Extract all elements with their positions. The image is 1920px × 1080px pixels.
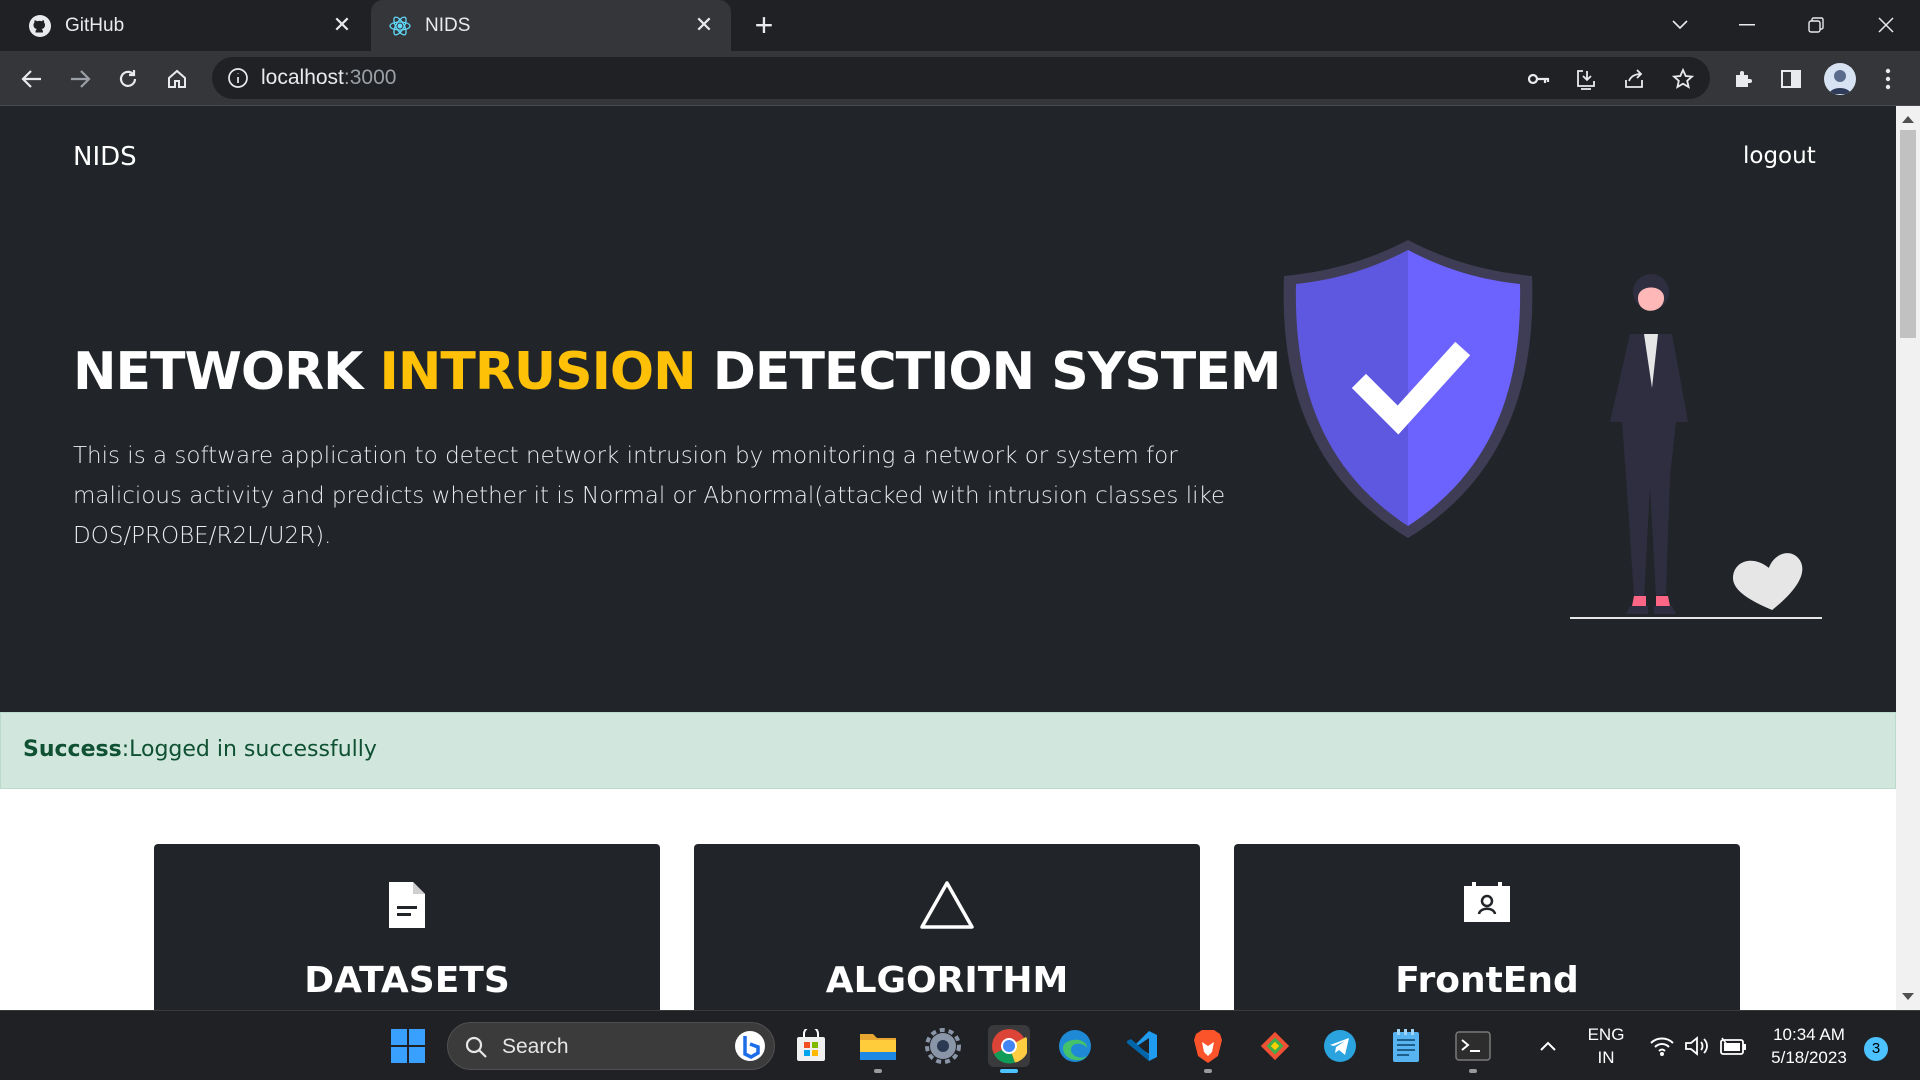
terminal-icon[interactable] [1452, 1025, 1494, 1073]
home-button[interactable] [162, 64, 192, 94]
page-scrollbar[interactable] [1896, 106, 1920, 1010]
calendar-user-icon [1234, 880, 1740, 932]
back-button[interactable] [17, 64, 47, 94]
side-panel-icon[interactable] [1776, 64, 1806, 94]
start-button[interactable] [387, 1025, 429, 1067]
card-datasets[interactable]: DATASETS [154, 844, 660, 1010]
browser-toolbar: localhost:3000 [0, 51, 1920, 106]
restore-button[interactable] [1796, 8, 1836, 42]
install-icon[interactable] [1573, 66, 1599, 92]
logout-link[interactable]: logout [1743, 143, 1816, 169]
scroll-up-arrow[interactable] [1902, 116, 1914, 123]
language-indicator[interactable]: ENG IN [1584, 1023, 1628, 1069]
hero-section: NIDS logout NETWORK INTRUSION DETECTION … [0, 106, 1896, 712]
page-viewport: NIDS logout NETWORK INTRUSION DETECTION … [0, 106, 1896, 1010]
search-icon [465, 1036, 487, 1058]
title-accent: INTRUSION [379, 342, 697, 402]
brand-link[interactable]: NIDS [73, 142, 137, 172]
tab-title: GitHub [65, 14, 125, 36]
close-window-button[interactable] [1866, 8, 1906, 42]
profile-avatar[interactable] [1824, 63, 1856, 95]
card-label: DATASETS [304, 960, 510, 1001]
card-label: ALGORITHM [825, 960, 1069, 1001]
triangle-icon [694, 880, 1200, 932]
search-placeholder: Search [502, 1035, 569, 1058]
notepad-icon[interactable] [1385, 1025, 1427, 1067]
react-icon [387, 13, 413, 39]
share-icon[interactable] [1621, 66, 1647, 92]
file-explorer-icon[interactable] [857, 1025, 899, 1073]
tab-github[interactable]: GitHub ✕ [0, 0, 369, 51]
address-bar[interactable]: localhost:3000 [212, 57, 1710, 99]
minimize-button[interactable] [1727, 8, 1767, 42]
document-icon [154, 880, 660, 932]
scroll-down-arrow[interactable] [1902, 993, 1914, 1000]
settings-icon[interactable] [922, 1025, 964, 1067]
close-tab-icon[interactable]: ✕ [691, 12, 717, 38]
telegram-icon[interactable] [1319, 1025, 1361, 1067]
running-indicator [1469, 1069, 1477, 1073]
page-description: This is a software application to detect… [73, 443, 1226, 549]
success-alert: Success:Logged in successfully [0, 712, 1896, 789]
edge-icon[interactable] [1054, 1025, 1096, 1067]
card-frontend[interactable]: FrontEnd [1234, 844, 1740, 1010]
taskbar-search[interactable]: Search [447, 1022, 775, 1070]
notification-badge[interactable]: 3 [1864, 1037, 1888, 1061]
card-label: FrontEnd [1395, 960, 1579, 1001]
chevron-up-icon[interactable] [1527, 1025, 1569, 1067]
extensions-icon[interactable] [1728, 64, 1758, 94]
git-icon[interactable] [1254, 1025, 1296, 1067]
tab-search-icon[interactable] [1660, 8, 1700, 42]
card-algorithm[interactable]: ALGORITHM [694, 844, 1200, 1010]
chrome-icon[interactable] [988, 1025, 1030, 1073]
taskbar: Search ENG IN 10:34 AM 5/18/2023 3 [0, 1010, 1920, 1080]
site-info-icon[interactable] [226, 66, 250, 90]
active-indicator [1000, 1069, 1018, 1073]
vscode-icon[interactable] [1121, 1025, 1163, 1067]
key-icon[interactable] [1526, 66, 1552, 92]
running-indicator [874, 1069, 882, 1073]
reload-button[interactable] [113, 64, 143, 94]
clock[interactable]: 10:34 AM 5/18/2023 [1762, 1023, 1856, 1069]
brave-icon[interactable] [1187, 1025, 1229, 1073]
star-icon[interactable] [1670, 66, 1696, 92]
page-title: NETWORK INTRUSION DETECTION SYSTEM [73, 342, 1282, 402]
scroll-thumb[interactable] [1900, 130, 1916, 338]
tab-title: NIDS [425, 14, 471, 36]
url-text[interactable]: localhost:3000 [261, 66, 396, 90]
menu-icon[interactable] [1873, 64, 1903, 94]
new-tab-button[interactable]: + [748, 9, 780, 42]
volume-icon[interactable] [1675, 1025, 1717, 1067]
tab-nids[interactable]: NIDS ✕ [371, 0, 731, 51]
battery-icon[interactable] [1712, 1025, 1754, 1067]
tab-strip: GitHub ✕ NIDS ✕ + [0, 0, 1920, 51]
running-indicator [1204, 1069, 1212, 1073]
close-tab-icon[interactable]: ✕ [329, 12, 355, 38]
security-illustration [1283, 240, 1822, 619]
github-icon [27, 13, 53, 39]
microsoft-store-icon[interactable] [790, 1025, 832, 1067]
bing-icon[interactable] [734, 1030, 766, 1062]
forward-button[interactable] [65, 64, 95, 94]
